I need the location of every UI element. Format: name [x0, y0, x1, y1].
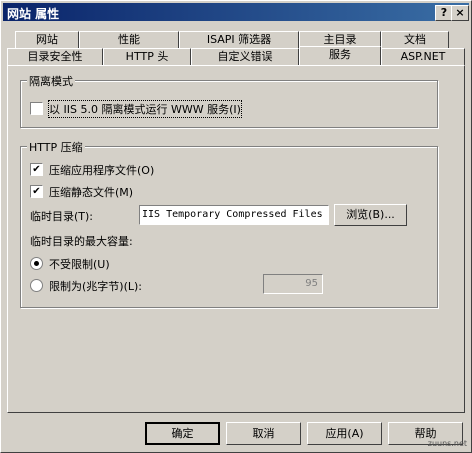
tab-directory-security[interactable]: 目录安全性 — [7, 48, 103, 65]
http-compression-group: HTTP 压缩 ✔ 压缩应用程序文件(O) ✔ 压缩静态文件(M) 临时目录(T… — [20, 139, 438, 308]
properties-dialog: 网站 属性 ? × 网站 性能 ISAPI 筛选器 主目录 文档 目录安全性 H… — [0, 0, 472, 453]
tab-website[interactable]: 网站 — [15, 31, 79, 48]
tab-documents[interactable]: 文档 — [381, 31, 449, 48]
unlimited-label[interactable]: 不受限制(U) — [49, 256, 110, 272]
service-tab-panel: 隔离模式 以 IIS 5.0 隔离模式运行 WWW 服务(I) HTTP 压缩 … — [7, 65, 465, 413]
compress-app-files-label[interactable]: 压缩应用程序文件(O) — [49, 162, 154, 178]
tab-http-headers[interactable]: HTTP 头 — [103, 48, 191, 65]
browse-button[interactable]: 浏览(B)... — [334, 204, 407, 226]
apply-button[interactable]: 应用(A) — [307, 422, 382, 445]
title-bar: 网站 属性 ? × — [3, 3, 469, 21]
unlimited-radio[interactable] — [30, 257, 43, 270]
tab-isapi-filters[interactable]: ISAPI 筛选器 — [179, 31, 299, 48]
temp-directory-field[interactable]: IIS Temporary Compressed Files — [139, 205, 329, 225]
cancel-button[interactable]: 取消 — [226, 422, 301, 445]
radio-selected-dot — [34, 261, 39, 266]
compress-static-files-label[interactable]: 压缩静态文件(M) — [49, 184, 133, 200]
compress-app-files-checkbox[interactable]: ✔ — [30, 163, 43, 176]
compression-group-label: HTTP 压缩 — [27, 139, 85, 155]
isolation-group-label: 隔离模式 — [27, 73, 75, 89]
isolation-mode-group: 隔离模式 以 IIS 5.0 隔离模式运行 WWW 服务(I) — [20, 73, 438, 128]
iis5-isolation-label[interactable]: 以 IIS 5.0 隔离模式运行 WWW 服务(I) — [48, 100, 242, 118]
max-size-label: 临时目录的最大容量: — [30, 235, 133, 248]
tab-service[interactable]: 服务 — [299, 46, 381, 65]
ok-button[interactable]: 确定 — [145, 422, 220, 445]
watermark: zuuns.net — [427, 439, 467, 448]
window-title: 网站 属性 — [7, 7, 60, 21]
iis5-isolation-checkbox[interactable] — [30, 102, 43, 115]
temp-directory-label: 临时目录(T): — [30, 210, 94, 223]
tab-aspnet[interactable]: ASP.NET — [381, 48, 465, 65]
compress-static-files-checkbox[interactable]: ✔ — [30, 185, 43, 198]
close-button[interactable]: × — [451, 5, 469, 21]
tab-custom-errors[interactable]: 自定义错误 — [191, 48, 299, 65]
limit-size-field[interactable]: 95 — [263, 274, 323, 294]
limit-to-radio[interactable] — [30, 279, 43, 292]
limit-to-label[interactable]: 限制为(兆字节)(L): — [49, 278, 142, 294]
tab-performance[interactable]: 性能 — [79, 31, 179, 48]
